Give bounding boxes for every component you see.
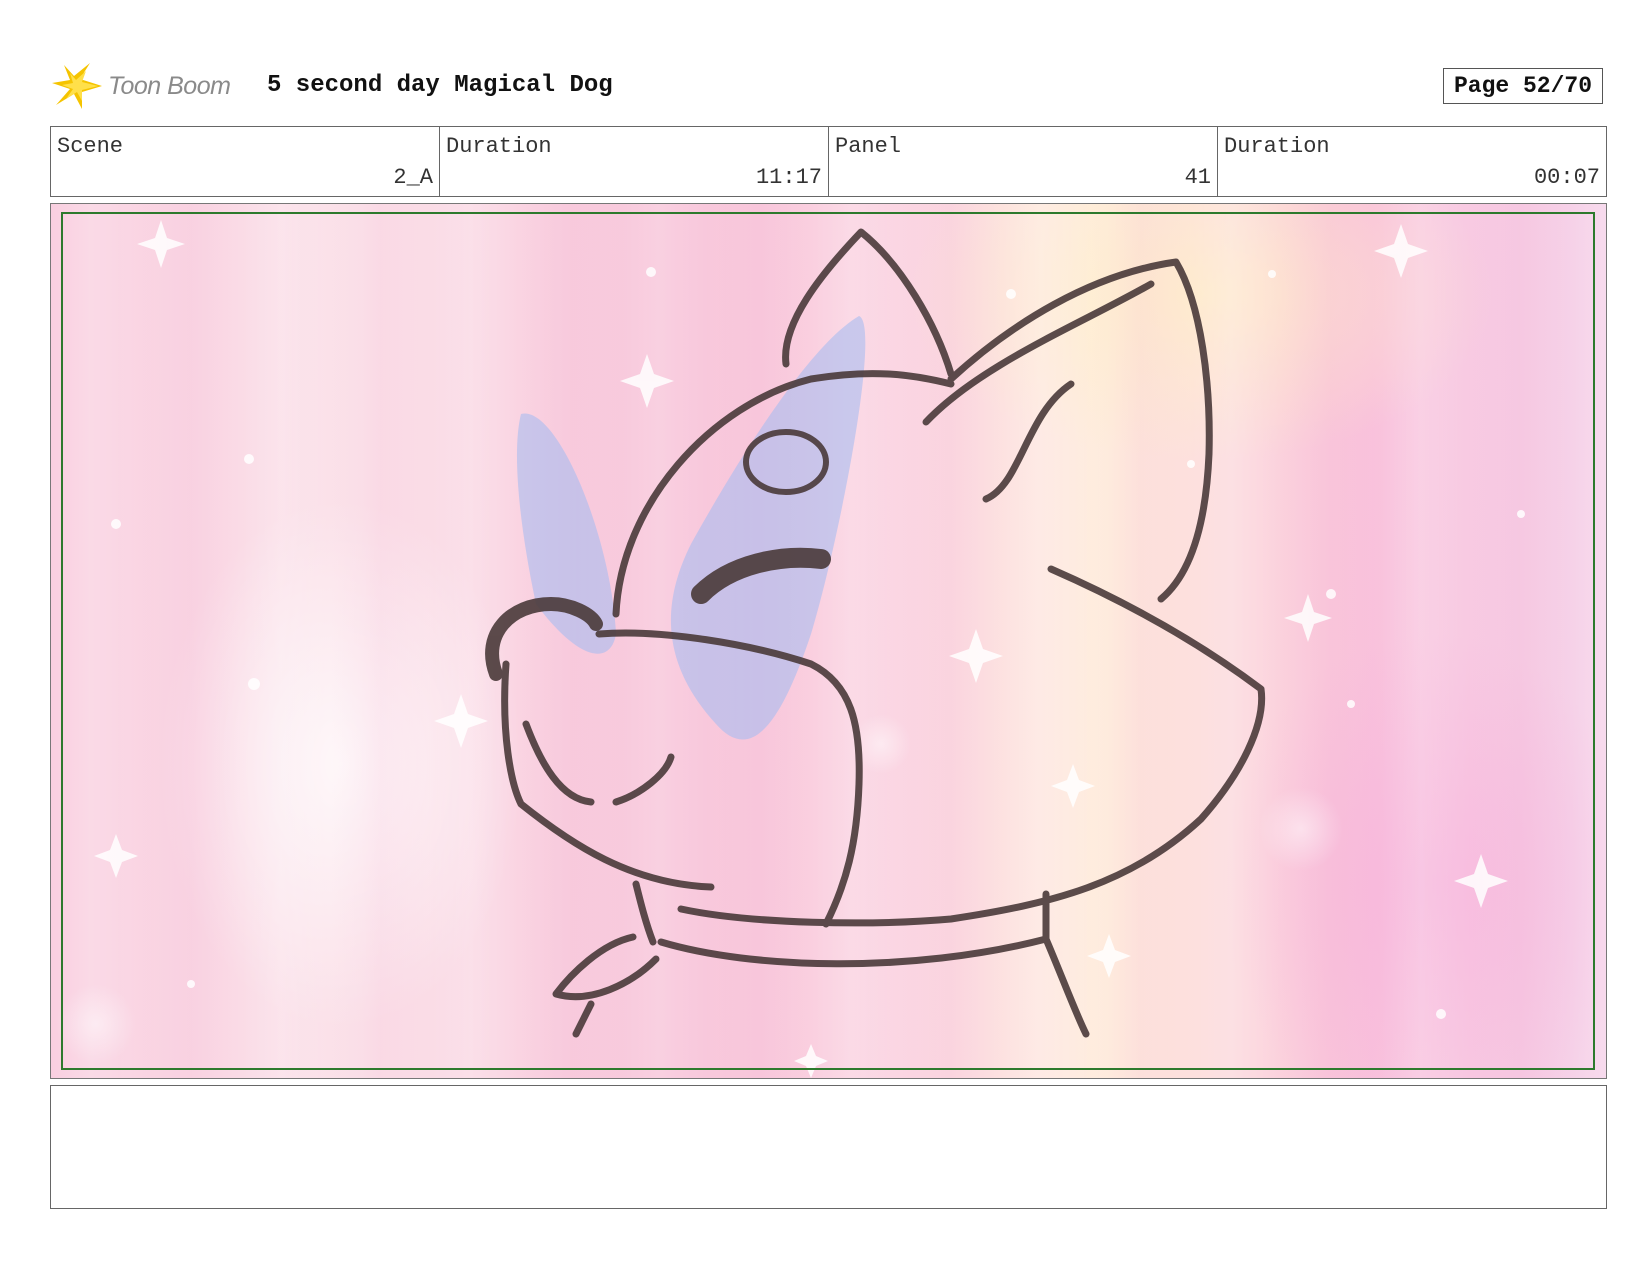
sparkle-stars: [94, 220, 1525, 1078]
panel-info-table: Scene 2_A Duration 11:17 Panel 41 Durati…: [50, 126, 1607, 197]
scene-cell: Scene 2_A: [51, 127, 440, 196]
dog-line-art: [485, 228, 1266, 1038]
page-header: Toon Boom 5 second day Magical Dog Page …: [0, 0, 1648, 125]
scene-value: 2_A: [393, 165, 433, 190]
scene-duration-value: 11:17: [755, 165, 822, 190]
logo-wordmark: Toon Boom: [108, 71, 231, 100]
scene-duration-cell: Duration 11:17: [440, 127, 829, 196]
panel-duration-cell: Duration 00:07: [1218, 127, 1606, 196]
panel-duration-value: 00:07: [1533, 165, 1600, 190]
panel-notes-box[interactable]: [50, 1085, 1607, 1209]
scene-label: Scene: [57, 134, 124, 159]
page-number: Page 52/70: [1443, 68, 1603, 104]
starburst-icon: [52, 63, 102, 109]
project-title: 5 second day Magical Dog: [267, 72, 613, 99]
panel-value: 41: [1184, 165, 1211, 190]
panel-label: Panel: [835, 134, 902, 159]
panel-duration-label: Duration: [1224, 134, 1330, 159]
storyboard-panel: [50, 203, 1607, 1079]
dog-sketch-image: [56, 220, 1525, 1078]
scene-duration-label: Duration: [446, 134, 552, 159]
toon-boom-logo: Toon Boom: [52, 58, 252, 114]
panel-cell: Panel 41: [829, 127, 1218, 196]
